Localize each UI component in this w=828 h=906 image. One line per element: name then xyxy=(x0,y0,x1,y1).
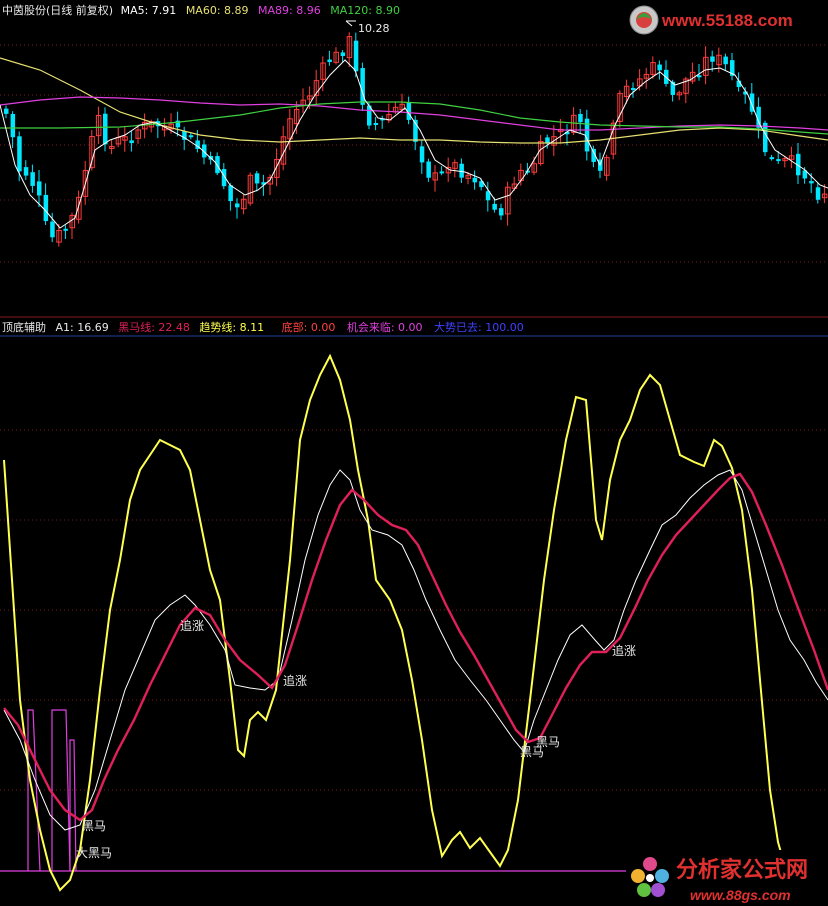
candle-body xyxy=(228,185,233,202)
candle-body xyxy=(30,172,35,186)
candle-body xyxy=(4,108,9,114)
watermark-bottom-url: www.88gs.com xyxy=(690,887,791,903)
candle-body xyxy=(776,159,781,162)
candle-body xyxy=(763,122,768,153)
watermark-bottom-title: 分析家公式网 xyxy=(676,857,808,882)
candle-body xyxy=(657,64,662,71)
candlestick-series xyxy=(4,32,828,247)
peak-marker: 10.28 xyxy=(345,20,390,35)
watermark-top-text: www.55188.com xyxy=(661,11,793,30)
watermark-top-logo xyxy=(629,5,659,35)
candle-body xyxy=(63,228,68,231)
annotation-label: 黑马 xyxy=(536,735,560,749)
candle-body xyxy=(353,40,359,72)
ma5-line xyxy=(0,59,828,229)
annotation-label: 黑马 xyxy=(82,819,106,833)
dibu-value: 底部: 0.00 xyxy=(281,321,336,334)
candle-body xyxy=(235,203,240,208)
ma120-value: MA120: 8.90 xyxy=(330,4,400,17)
ma5-value: MA5: 7.91 xyxy=(120,4,177,17)
stock-title: 中茵股份(日线 前复权) xyxy=(2,4,114,17)
price-header: 中茵股份(日线 前复权) MA5: 7.91 MA60: 8.89 MA89: … xyxy=(2,2,400,18)
candle-body xyxy=(459,163,464,178)
candle-body xyxy=(43,194,49,222)
candle-body xyxy=(499,208,504,216)
candle-body xyxy=(188,135,194,138)
candle-body xyxy=(23,167,29,176)
chart-canvas: www.55188.com 10.28 追涨追涨追涨黑马黑马黑马大黑马 分析家公… xyxy=(0,5,828,906)
candle-body xyxy=(340,52,346,57)
candle-body xyxy=(327,59,332,63)
candle-body xyxy=(103,113,108,145)
signal-spike xyxy=(27,709,41,872)
candle-body xyxy=(578,113,583,123)
dashi-value: 大势已去: 100.00 xyxy=(434,321,524,334)
candle-body xyxy=(492,203,497,210)
ma89-value: MA89: 8.96 xyxy=(258,4,321,17)
peak-label: 10.28 xyxy=(358,22,390,35)
candle-body xyxy=(419,146,425,163)
chart-root: www.55188.com 10.28 追涨 追涨 追涨 黑马 黑马 黑马 大黑马 分析家公… xyxy=(0,0,828,906)
moving-average-lines xyxy=(0,57,828,229)
candle-body xyxy=(769,157,775,160)
candle-body xyxy=(360,68,365,105)
candle-body xyxy=(37,181,42,196)
annotation-label: 追涨 xyxy=(612,643,636,658)
candle-body xyxy=(215,156,220,174)
indicator-header: 顶底辅助 A1: 16.69 黑马线: 22.48 趋势线: 8.11 底部: … xyxy=(2,319,524,335)
candle-body xyxy=(50,221,55,238)
a1-value: A1: 16.69 xyxy=(55,321,109,334)
candle-body xyxy=(129,140,134,144)
indicator-name: 顶底辅助 xyxy=(2,321,46,334)
ma60-value: MA60: 8.89 xyxy=(185,4,249,17)
annotation-label: 大黑马 xyxy=(76,846,112,860)
trend-line xyxy=(3,353,787,892)
heima-value: 黑马线: 22.48 xyxy=(118,321,190,334)
candle-body xyxy=(373,123,379,126)
candle-body xyxy=(697,75,702,78)
jihui-value: 机会来临: 0.00 xyxy=(346,321,423,334)
heima-line xyxy=(3,472,828,822)
annotation-label: 追涨 xyxy=(283,673,307,688)
indicator-panel: 追涨追涨追涨黑马黑马黑马大黑马 xyxy=(0,353,828,892)
annotation-label: 追涨 xyxy=(180,618,204,633)
a1-line xyxy=(3,469,828,831)
qushi-value: 趋势线: 8.11 xyxy=(199,321,265,334)
candle-body xyxy=(472,177,478,183)
candle-body xyxy=(631,87,636,90)
candle-body xyxy=(439,171,445,174)
candle-body xyxy=(10,113,16,138)
candle-body xyxy=(17,136,22,172)
candle-body xyxy=(426,161,431,178)
grid xyxy=(0,44,828,791)
candle-body xyxy=(815,187,821,200)
candle-body xyxy=(809,181,814,184)
candle-body xyxy=(710,56,715,62)
candle-body xyxy=(254,173,260,184)
candle-body xyxy=(723,56,728,65)
